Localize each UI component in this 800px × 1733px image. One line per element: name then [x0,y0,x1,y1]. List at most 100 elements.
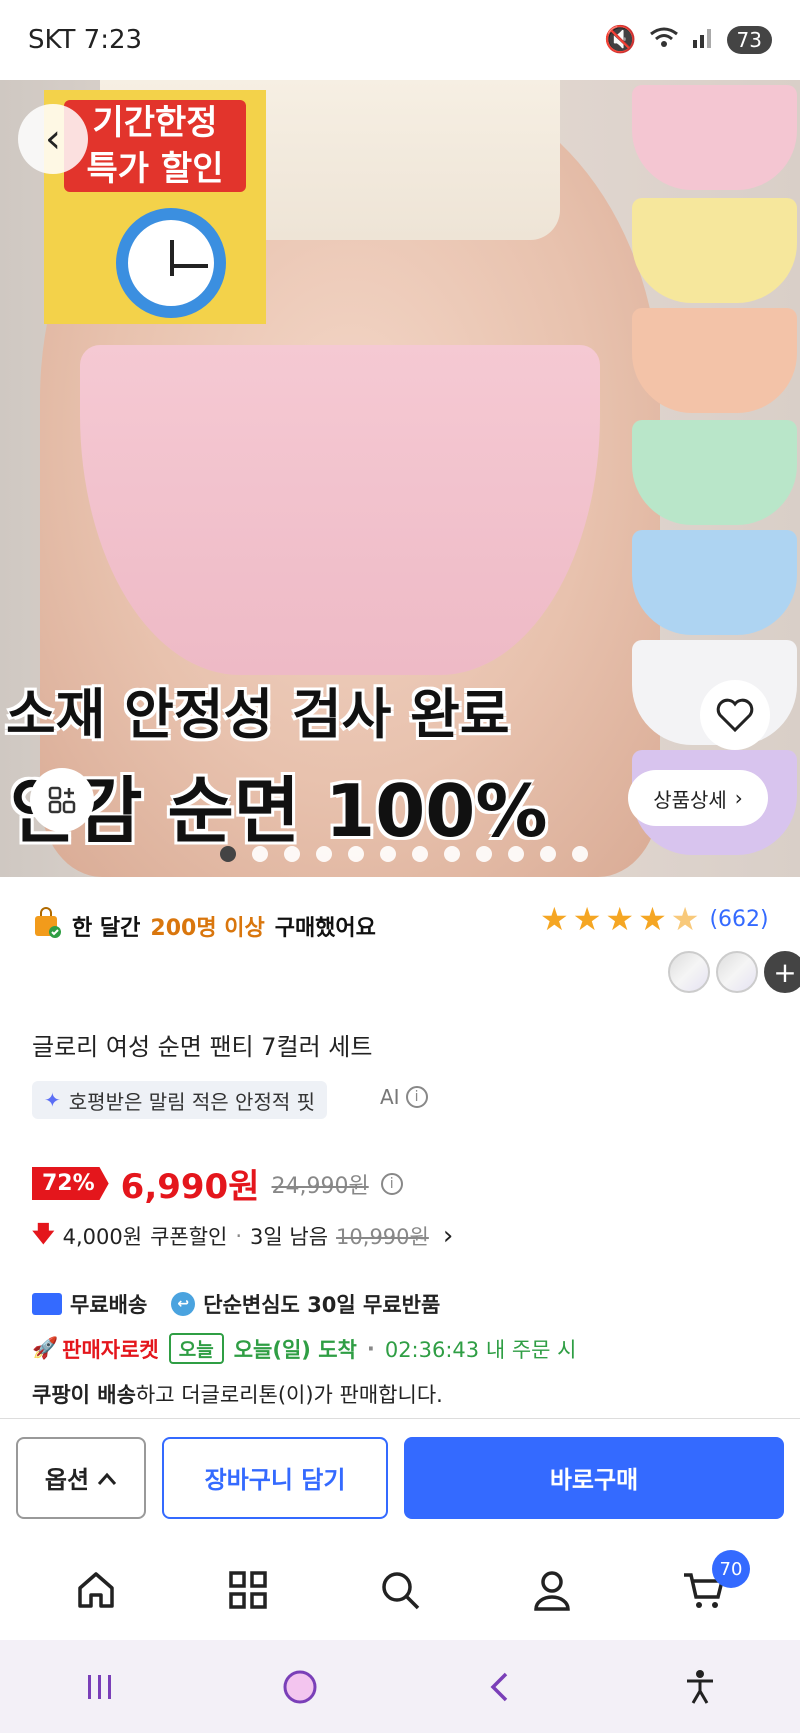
purchase-count: 한 달간 200명 이상 구매했어요 [32,907,376,945]
coupon-row[interactable]: 🡇 4,000원 쿠폰할인 · 3일 남음 10,990원 › [32,1217,453,1255]
option-button[interactable]: 옵션 [16,1436,146,1519]
review-count: (662) [709,906,769,932]
buy-now-button[interactable]: 바로구매 [404,1436,784,1519]
carousel-dot [444,846,460,862]
mute-icon: 🔇 [604,25,637,55]
promo-text: 기간한정 특가 할인 [64,100,246,192]
carousel-dot [316,846,332,862]
carousel-dot [508,846,524,862]
carousel-dot [540,846,556,862]
color-swatch-mint [632,420,797,525]
battery-indicator: 73 [726,26,772,54]
status-bar: SKT 7:23 🔇 73 [0,0,800,80]
home-circle-icon [283,1670,317,1703]
add-to-cart-button[interactable]: 장바구니 담기 [162,1436,388,1519]
carousel-dot [572,846,588,862]
alarm-clock-icon [116,208,226,318]
recent-apps-button[interactable] [60,1673,140,1701]
rating-link[interactable]: ★ ★ ★ ★ ★ (662) [540,903,769,935]
back-button[interactable]: ‹ [18,104,88,174]
signal-icon [691,25,715,55]
carousel-indicator [220,846,588,862]
coupon-label: 쿠폰할인 [150,1225,228,1249]
system-navigation [0,1640,800,1733]
truck-icon [32,1293,62,1315]
grid-icon [229,1571,267,1609]
recents-icon [88,1674,111,1699]
nav-search[interactable] [360,1550,440,1630]
price-info-icon[interactable]: i [380,1172,403,1195]
carrier-time: SKT 7:23 [28,25,143,55]
nav-my-page[interactable] [512,1550,592,1630]
rocket-delivery-row: 🚀 판매자로켓 오늘 오늘(일) 도착 · 02:36:43 내 주문 시 [32,1333,576,1364]
info-icon: i [405,1086,428,1108]
carousel-dot [380,846,396,862]
color-chip[interactable] [668,951,710,993]
bottom-navigation: 70 [0,1540,800,1640]
nav-categories[interactable] [208,1550,288,1630]
ai-label[interactable]: AI i [380,1085,428,1109]
carousel-dot [252,846,268,862]
star-icon: ★ [540,900,569,938]
coupon-days: 3일 남음 [250,1225,329,1249]
grid-plus-icon [48,786,76,814]
accessibility-icon [687,1669,713,1704]
arrow-down-icon: 🡇 [32,1222,55,1247]
coupon-amount: 4,000원 [62,1225,143,1249]
plus-icon: + [773,955,797,989]
home-icon [78,1572,114,1608]
chevron-left-icon: ‹ [45,116,61,162]
color-swatch-pink [632,85,797,190]
color-swatch-blue [632,530,797,635]
carousel-dot [412,846,428,862]
free-shipping: 무료배송 [32,1289,147,1319]
discount-rate: 72% [32,1167,109,1200]
accessibility-button[interactable] [660,1669,740,1705]
star-icon: ★ [572,900,602,938]
shipping-row: 무료배송 ↩ 단순변심도 30일 무료반품 [32,1289,440,1319]
price-row: 72% 6,990원 24,990원 i [32,1159,403,1208]
cart-count-badge: 70 [712,1550,750,1588]
product-detail-button[interactable]: 상품상세 › [628,770,768,826]
seller-rocket-label: 🚀 판매자로켓 [32,1336,159,1362]
back-nav-button[interactable] [460,1671,540,1703]
search-icon [382,1572,420,1610]
sparkle-icon: ✦ [44,1088,61,1112]
purchase-action-bar: 옵션 장바구니 담기 바로구매 [0,1418,800,1536]
heart-icon [716,698,754,732]
carousel-dot [476,846,492,862]
color-swatch-yellow [632,198,797,303]
carousel-dot [284,846,300,862]
today-badge: 오늘 [168,1333,224,1364]
product-title: 글로리 여성 순면 팬티 7컬러 세트 [32,1033,373,1061]
color-chip[interactable] [716,951,758,993]
image-grid-button[interactable] [30,768,94,832]
nav-home[interactable] [56,1550,136,1630]
rocket-icon: 🚀 [32,1336,59,1360]
chevron-up-icon [97,1464,117,1492]
chevron-right-icon: › [442,1221,454,1251]
shopping-bag-icon [32,907,62,945]
star-icon: ★ [605,900,635,938]
more-colors-button[interactable]: + [764,951,800,993]
arrival-date: 오늘(일) 도착 [233,1337,357,1362]
wishlist-button[interactable] [700,680,770,750]
free-return: ↩ 단순변심도 30일 무료반품 [171,1289,440,1319]
product-main-image [80,345,600,675]
carousel-dot [348,846,364,862]
nav-cart[interactable]: 70 [664,1550,750,1630]
status-icons: 🔇 73 [604,25,772,55]
back-arrow-icon [490,1672,508,1701]
home-button[interactable] [260,1669,340,1705]
original-price: 24,990원 [271,1173,369,1199]
order-deadline: 02:36:43 내 주문 시 [384,1337,577,1362]
color-options[interactable]: + [668,951,800,993]
sale-price: 6,990원 [120,1167,260,1207]
seller-info: 쿠팡이 배송하고 더글로리톤(이)가 판매합니다. [32,1383,443,1407]
half-star-icon: ★ [670,900,700,938]
coupon-original: 10,990원 [336,1225,429,1249]
person-icon [534,1571,570,1611]
star-icon: ★ [638,900,667,938]
product-image-carousel[interactable]: 기간한정 특가 할인 ‹ 소재 안정성 검사 완료 안감 순면 100% 상품상… [0,80,800,877]
return-icon: ↩ [171,1292,196,1316]
